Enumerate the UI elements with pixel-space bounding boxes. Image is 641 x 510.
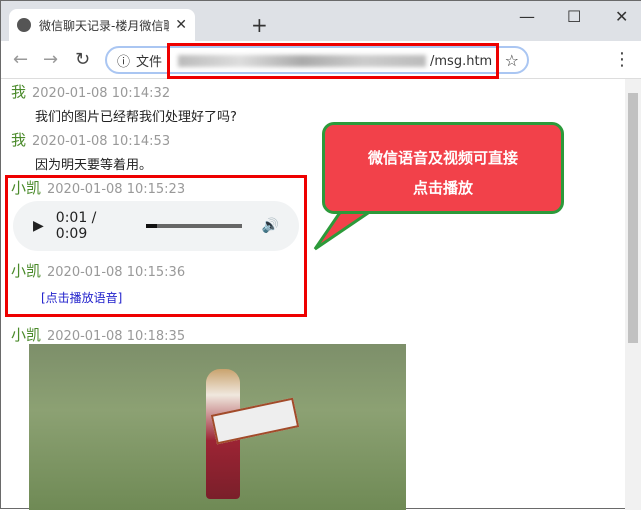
url-scheme-label: 文件 [136,54,163,70]
sender: 小凯 [11,262,42,280]
timestamp: 2020-01-08 10:14:53 [32,134,171,149]
sender: 我 [11,131,27,149]
timestamp: 2020-01-08 10:15:36 [47,265,186,280]
timestamp: 2020-01-08 10:14:32 [32,86,171,101]
callout-annotation: 微信语音及视频可直接 点击播放 [322,122,564,214]
scrollbar-thumb[interactable] [628,93,638,343]
play-icon[interactable]: ▶ [33,218,44,234]
play-voice-link[interactable]: [点击播放语音] [41,289,122,306]
maximize-button[interactable]: ☐ [567,7,581,26]
globe-icon [17,18,31,32]
volume-icon[interactable]: 🔊 [262,218,279,234]
audio-progress [146,224,157,228]
title-bar: 微信聊天记录-楼月微信聊天记录 ✕ + — ☐ ✕ [1,1,641,41]
browser-tab[interactable]: 微信聊天记录-楼月微信聊天记录 ✕ [9,9,195,41]
message-header: 小凯 2020-01-08 10:15:23 [11,177,185,198]
message-header: 我 2020-01-08 10:14:32 [11,81,170,102]
callout-line: 微信语音及视频可直接 [367,149,518,167]
timestamp: 2020-01-08 10:18:35 [47,329,186,344]
callout-line: 点击播放 [412,179,473,197]
reload-icon[interactable]: ↻ [75,49,90,70]
star-icon[interactable]: ☆ [505,51,519,70]
sender: 小凯 [11,179,42,197]
back-icon[interactable]: ← [13,49,28,70]
sender: 小凯 [11,326,42,344]
message-header: 小凯 2020-01-08 10:15:36 [11,260,185,281]
blurred-path [178,55,426,67]
tab-title: 微信聊天记录-楼月微信聊天记录 [39,18,169,33]
url-text: /msg.htm [430,53,493,69]
minimize-button[interactable]: — [519,7,535,26]
menu-icon[interactable]: ⋮ [613,49,631,70]
timestamp: 2020-01-08 10:15:23 [47,182,186,197]
message-text: 因为明天要等着用。 [35,158,153,173]
new-tab-button[interactable]: + [251,13,268,37]
close-tab-icon[interactable]: ✕ [175,17,187,33]
message-text: 我们的图片已经帮我们处理好了吗? [35,110,237,125]
close-window-button[interactable]: ✕ [615,7,628,26]
message-header: 小凯 2020-01-08 10:18:35 [11,324,185,345]
forward-icon[interactable]: → [43,49,58,70]
url-highlight: /msg.htm [167,43,499,79]
info-icon: ⓘ [117,54,131,70]
sender: 我 [11,83,27,101]
audio-seek-bar[interactable] [146,224,242,228]
audio-time: 0:01 / 0:09 [55,210,97,242]
message-header: 我 2020-01-08 10:14:53 [11,129,170,150]
audio-player[interactable]: ▶ 0:01 / 0:09 🔊 [13,201,299,251]
